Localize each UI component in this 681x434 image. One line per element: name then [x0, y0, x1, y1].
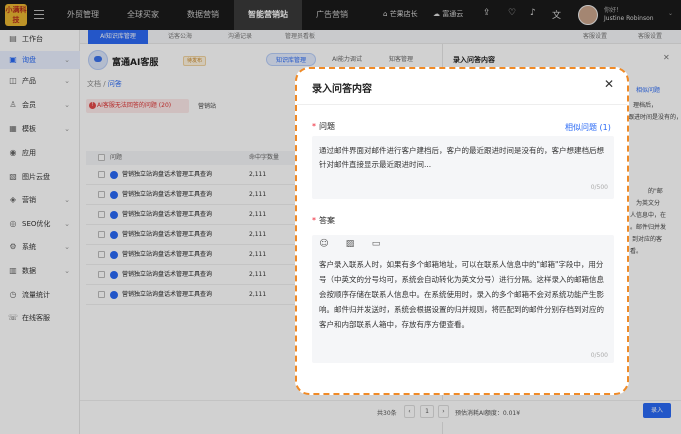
answer-char-count: 0/500 [590, 352, 608, 359]
dialog-divider [297, 104, 627, 105]
emoji-icon[interactable]: ☺ [319, 239, 329, 249]
question-textarea[interactable]: 通过邮件界面对邮件进行客户建档后，客户的最近跟进时间是没有的，客户想建档后想针对… [312, 136, 614, 199]
answer-text: 客户录入联系人时，如果有多个邮箱地址，可以在联系人信息中的"邮箱"字段中，用分号… [319, 260, 604, 329]
question-char-count: 0/500 [590, 184, 608, 191]
question-text: 通过邮件界面对邮件进行客户建档后，客户的最近跟进时间是没有的，客户想建档后想针对… [319, 146, 604, 169]
answer-editor[interactable]: ☺ ▨ ▭ 客户录入联系人时，如果有多个邮箱地址，可以在联系人信息中的"邮箱"字… [312, 235, 614, 363]
qa-entry-dialog: 录入问答内容 ✕ * 问题 相似问题 (1) 通过邮件界面对邮件进行客户建档后，客… [295, 67, 629, 395]
image-icon[interactable]: ▨ [345, 239, 355, 249]
question-label: * 问题 [312, 122, 335, 131]
answer-label: * 答案 [312, 216, 335, 225]
similar-questions-link[interactable]: 相似问题 (1) [565, 122, 611, 133]
close-icon[interactable]: ✕ [604, 77, 614, 91]
file-icon[interactable]: ▭ [371, 239, 381, 249]
dialog-title: 录入问答内容 [312, 84, 372, 95]
